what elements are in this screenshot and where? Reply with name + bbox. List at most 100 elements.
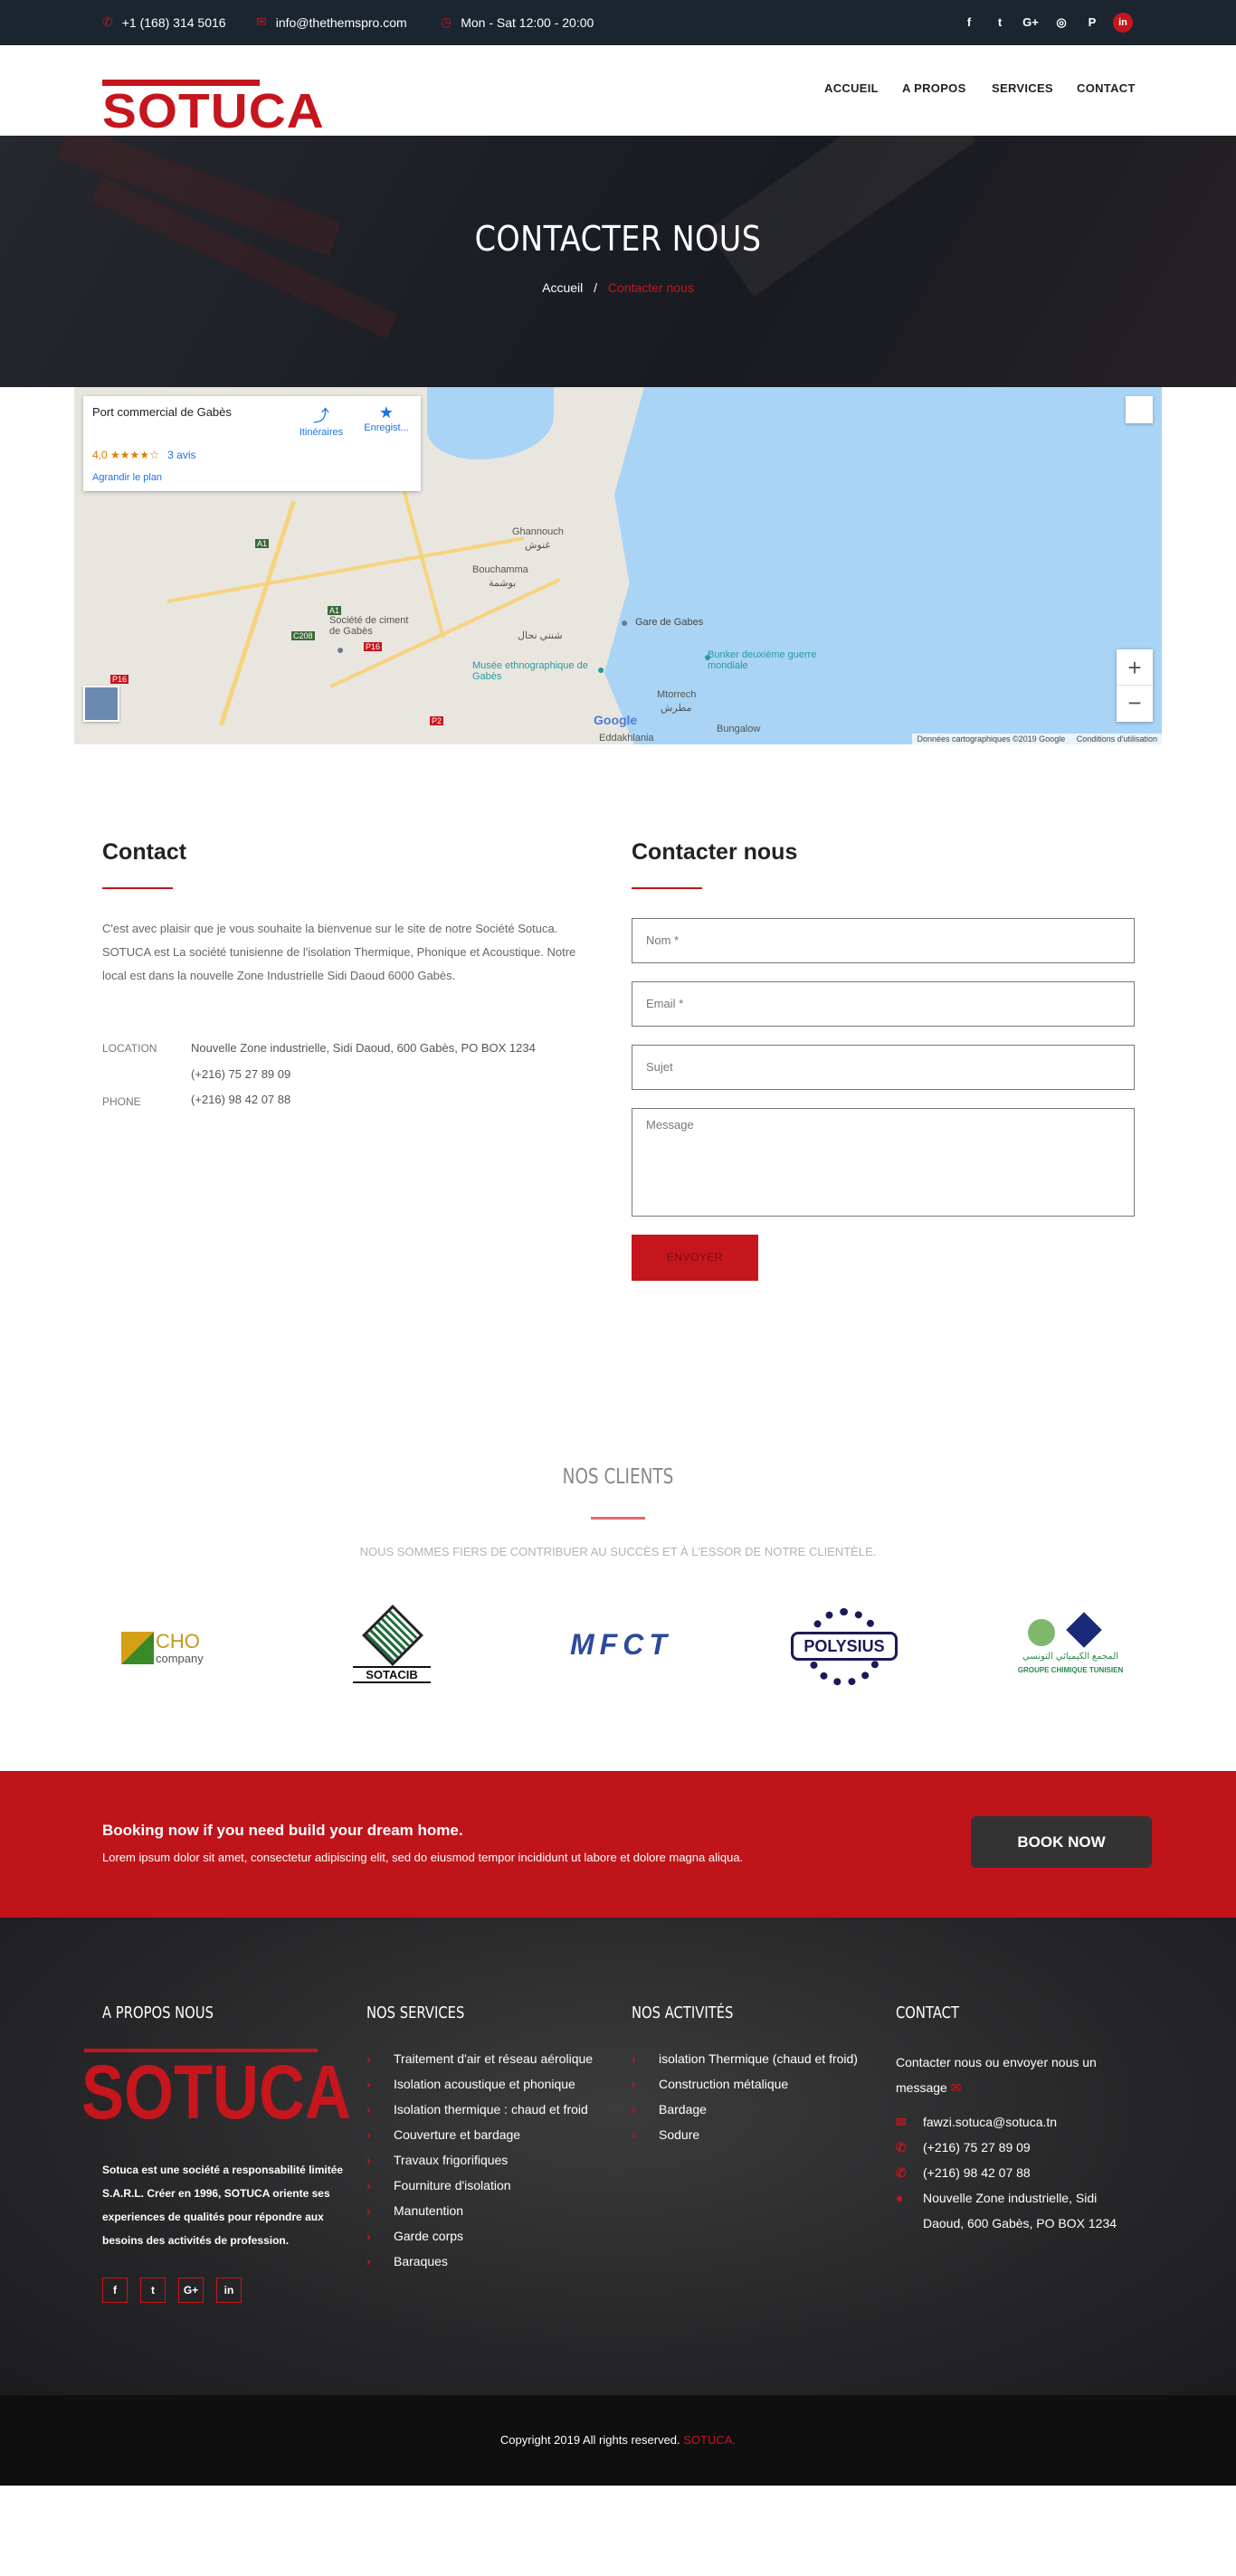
chevron-right-icon: › [632,2102,636,2117]
breadcrumb-separator: / [594,280,598,295]
footer-service-item[interactable]: › Manutention [366,2198,593,2223]
copyright-bar: Copyright 2019 All rights reserved. SOTU… [0,2395,1236,2486]
client-logo-gct[interactable]: المجمع الكيميائي التونسي GROUPE CHIMIQUE… [1010,1612,1131,1686]
pinterest-icon[interactable]: P [1082,13,1102,33]
footer-linkedin-icon[interactable]: in [216,2278,242,2303]
google-plus-icon[interactable]: G+ [1021,13,1041,33]
copyright-brand[interactable]: SOTUCA. [683,2433,736,2447]
map-pin-icon[interactable]: ● [704,649,711,664]
footer-logo[interactable]: SOTUCA [81,2053,351,2131]
footer-activity-label: Construction métalique [659,2077,789,2091]
footer-service-item[interactable]: › Isolation thermique : chaud et froid [366,2097,593,2122]
topbar-phone[interactable]: ✆ +1 (168) 314 5016 [102,14,226,30]
footer-service-label: Travaux frigorifiques [394,2153,509,2167]
footer-google-plus-icon[interactable]: G+ [178,2278,204,2303]
gct-logo-diamond [1066,1612,1102,1648]
footer-activity-label: isolation Thermique (chaud et froid) [659,2051,858,2066]
contact-intro: C'est avec plaisir que je vous souhaite … [102,922,576,982]
hero-overlay [0,136,1236,387]
map-lagoon [427,387,554,459]
zoom-out-button[interactable]: − [1117,686,1153,722]
gct-logo-text: GROUPE CHIMIQUE TUNISIEN [1017,1666,1124,1674]
map-pin-icon[interactable]: ● [337,642,344,657]
zoom-in-button[interactable]: + [1117,649,1153,686]
footer-activity-item[interactable]: › Bardage [632,2097,858,2122]
client-logo-cho[interactable]: CHO company [121,1628,212,1668]
breadcrumb: Accueil / Contacter nous [0,280,1236,295]
footer-email-item[interactable]: ✉ fawzi.sotuca@sotuca.tn [896,2109,1140,2135]
footer-service-item[interactable]: › Garde corps [366,2223,593,2249]
footer-phone-item[interactable]: ✆ (+216) 75 27 89 09 [896,2135,1140,2160]
nav-services[interactable]: SERVICES [992,81,1053,95]
map-label-chenini: شنني نحال [518,630,563,641]
site-header: SOTUCA ACCUEIL A PROPOS SERVICES CONTACT [0,45,1236,137]
map-label-bunker[interactable]: Bunker deuxième guerre mondiale [708,649,825,671]
map-label-ghannouch: Ghannouch [512,526,564,537]
clock-icon: ◷ [441,14,452,29]
location-label: LOCATION [102,1042,157,1055]
footer-service-item[interactable]: › Fourniture d'isolation [366,2173,593,2198]
facebook-icon[interactable]: f [959,13,979,33]
cho-logo-sub: company [156,1652,204,1665]
fullscreen-icon[interactable] [1126,396,1153,423]
topbar-phone-text: +1 (168) 314 5016 [121,14,226,30]
footer-phone-item[interactable]: ✆ (+216) 98 42 07 88 [896,2160,1140,2185]
map-marker-icon: ● [896,2191,904,2205]
map-terms-link[interactable]: Conditions d'utilisation [1077,734,1157,743]
message-textarea[interactable]: Message [632,1108,1135,1217]
footer-activity-item[interactable]: › Sodure [632,2122,858,2147]
chevron-right-icon: › [366,2127,371,2142]
instagram-icon[interactable]: ◎ [1051,13,1071,33]
email-input[interactable]: Email * [632,981,1135,1027]
google-map[interactable]: Ghannouch غنوش Bouchamma بوشمة Société d… [74,387,1162,744]
send-button[interactable]: ENVOYER [632,1235,758,1281]
footer-service-item[interactable]: › Travaux frigorifiques [366,2147,593,2173]
chevron-right-icon: › [366,2153,371,2167]
footer-activity-item[interactable]: › Construction métalique [632,2071,858,2097]
footer-activity-item[interactable]: › isolation Thermique (chaud et froid) [632,2046,858,2071]
topbar-email[interactable]: ✉ info@thethemspro.com [256,14,407,30]
footer-service-item[interactable]: › Couverture et bardage [366,2122,593,2147]
map-save-button[interactable]: ★ Enregist... [357,403,416,433]
map-reviews-link[interactable]: 3 avis [167,449,195,461]
footer-twitter-icon[interactable]: t [140,2278,166,2303]
twitter-icon[interactable]: t [990,13,1010,33]
client-logo-mfct[interactable]: MFCT [570,1628,668,1668]
footer-service-item[interactable]: › Traitement d'air et réseau aérolique [366,2046,593,2071]
phone-icon: ✆ [896,2139,907,2155]
chevron-right-icon: › [366,2051,371,2066]
map-place-card: Port commercial de Gabès 4,0 ★★★★☆ 3 avi… [83,396,421,491]
site-logo[interactable]: SOTUCA [102,80,324,137]
subject-input[interactable]: Sujet [632,1045,1135,1090]
envelope-icon: ✉ [256,14,267,29]
footer-service-item[interactable]: › Baraques [366,2249,593,2274]
client-logo-sotacib[interactable]: SOTACIB [351,1605,433,1684]
nav-accueil[interactable]: ACCUEIL [824,81,879,95]
footer-facebook-icon[interactable]: f [102,2278,128,2303]
cho-logo-mark [121,1632,154,1664]
book-now-button[interactable]: BOOK NOW [971,1816,1152,1868]
map-pin-icon[interactable]: ● [621,615,628,630]
linkedin-icon[interactable]: in [1113,13,1133,33]
nav-contact[interactable]: CONTACT [1077,81,1136,95]
map-road-a1: A1 [255,539,270,548]
map-enlarge-link[interactable]: Agrandir le plan [92,472,162,483]
save-star-icon: ★ [378,403,395,421]
map-directions-button[interactable]: ⤴ Itinéraires [290,403,353,438]
nav-a-propos[interactable]: A PROPOS [902,81,966,95]
map-label-gare[interactable]: Gare de Gabes [635,617,703,628]
breadcrumb-current: Contacter nous [607,280,694,295]
name-input[interactable]: Nom * [632,918,1135,963]
client-logo-polysius[interactable]: POLYSIUS [791,1608,898,1686]
map-pin-icon[interactable]: ● [597,662,604,677]
footer-service-label: Isolation acoustique et phonique [394,2077,575,2091]
breadcrumb-home[interactable]: Accueil [542,280,583,295]
footer-service-item[interactable]: › Isolation acoustique et phonique [366,2071,593,2097]
map-label-museum[interactable]: Musée ethnographique de Gabès [472,660,599,682]
map-attribution: Données cartographiques ©2019 Google Con… [912,734,1162,744]
phone-value-1: (+216) 75 27 89 09 [191,1067,291,1081]
map-zoom-control: + − [1117,649,1153,722]
logo-text: SOTUCA [102,84,325,138]
map-label-bouchamma: Bouchamma [472,564,528,575]
street-view-thumbnail[interactable] [83,686,119,722]
